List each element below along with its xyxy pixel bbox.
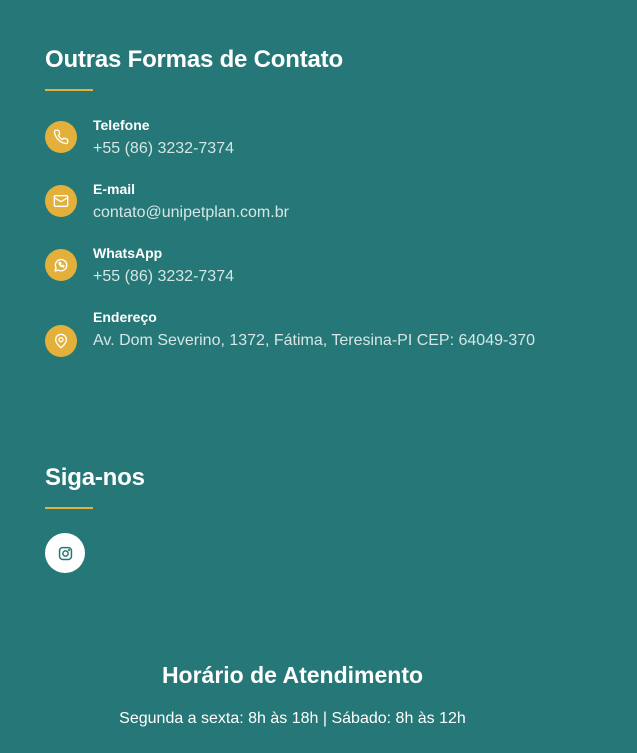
contact-value-whatsapp[interactable]: +55 (86) 3232-7374 (93, 265, 538, 289)
contact-value-phone[interactable]: +55 (86) 3232-7374 (93, 137, 538, 161)
contact-label-address: Endereço (93, 309, 157, 325)
contact-item-email: E-mail contato@unipetplan.com.br (45, 181, 565, 221)
map-pin-icon (45, 325, 77, 357)
whatsapp-icon (45, 249, 77, 281)
social-title-underline (45, 507, 93, 509)
instagram-button[interactable] (45, 533, 85, 573)
contact-section-title: Outras Formas de Contato (45, 46, 343, 73)
hours-section-title: Horário de Atendimento (161, 662, 424, 688)
contact-item-phone: Telefone +55 (86) 3232-7374 (45, 117, 565, 157)
contact-label-whatsapp: WhatsApp (93, 245, 163, 261)
social-section-title: Siga-nos (45, 464, 145, 491)
hours-text: Segunda a sexta: 8h às 18h | Sábado: 8h … (119, 710, 466, 727)
contact-value-address: Av. Dom Severino, 1372, Fátima, Teresina… (93, 332, 536, 349)
contact-label-email: E-mail (93, 181, 136, 197)
contact-title-underline (45, 89, 93, 91)
contact-item-address: Endereço Av. Dom Severino, 1372, Fátima,… (45, 309, 565, 375)
phone-icon (45, 121, 77, 153)
contact-item-whatsapp: WhatsApp +55 (86) 3232-7374 (45, 245, 565, 285)
mail-icon (45, 185, 77, 217)
contact-value-email[interactable]: contato@unipetplan.com.br (93, 201, 538, 225)
contact-label-phone: Telefone (93, 117, 150, 133)
instagram-icon (58, 546, 73, 561)
